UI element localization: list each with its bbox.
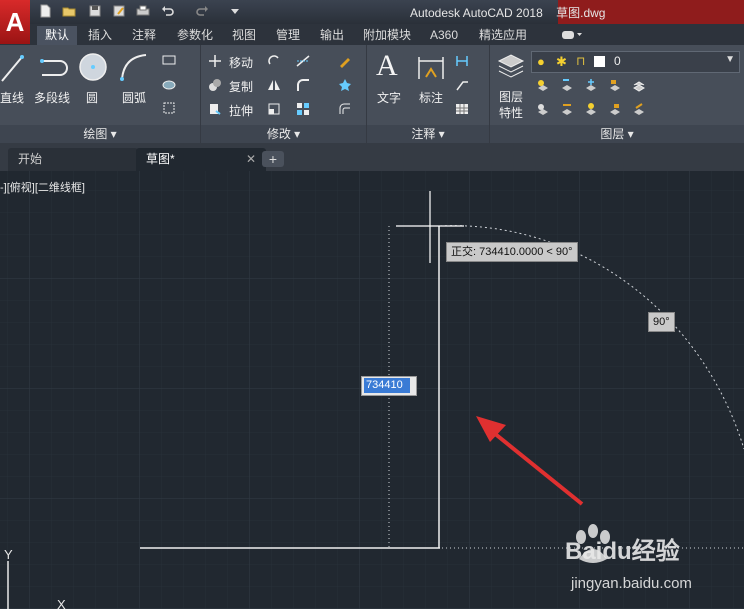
- text-tool-label[interactable]: 文字: [377, 89, 401, 106]
- hatch-tool-icon[interactable]: [162, 78, 176, 92]
- window-title: Autodesk AutoCAD 2018 草图.dwg: [410, 6, 606, 20]
- open-folder-icon[interactable]: [62, 4, 76, 18]
- watermark-url: jingyan.baidu.com: [571, 575, 692, 592]
- tab-parametric[interactable]: 参数化: [170, 26, 220, 45]
- angle-tooltip: 90°: [648, 312, 675, 332]
- layer-dropdown[interactable]: ● ✱ ⊓ 0 ▼: [531, 51, 740, 73]
- arc-tool-icon[interactable]: [118, 51, 150, 83]
- layer-match-icon[interactable]: [632, 78, 646, 92]
- file-tab-start[interactable]: 开始: [8, 148, 138, 171]
- tab-a360[interactable]: A360: [424, 26, 464, 45]
- draw-panel-title[interactable]: 绘图 ▾: [0, 125, 200, 143]
- trim-icon[interactable]: [296, 54, 310, 68]
- layer-lock-icon[interactable]: [608, 78, 622, 92]
- unlock-icon[interactable]: ⊓: [576, 54, 585, 68]
- tab-default[interactable]: 默认: [37, 26, 77, 45]
- tab-insert[interactable]: 插入: [82, 26, 118, 45]
- layer-make-current-icon[interactable]: [536, 102, 550, 116]
- arc-tool-label[interactable]: 圆弧: [122, 89, 146, 106]
- copy-label[interactable]: 复制: [229, 78, 253, 95]
- dynamic-input-value[interactable]: 734410: [364, 378, 410, 393]
- sun-icon[interactable]: ✱: [556, 54, 567, 70]
- redo-icon[interactable]: [196, 4, 210, 18]
- ortho-tooltip: 正交: 734410.0000 < 90°: [446, 242, 578, 262]
- watermark-brand: Baidu经验: [565, 538, 680, 565]
- scale-icon[interactable]: [267, 102, 281, 116]
- tab-output[interactable]: 输出: [314, 26, 350, 45]
- table-icon[interactable]: [455, 102, 469, 116]
- file-tab-bar: 开始 草图* ✕ +: [0, 143, 744, 171]
- save-icon[interactable]: [88, 4, 102, 18]
- layer-off-icon[interactable]: [536, 78, 550, 92]
- close-icon[interactable]: ✕: [246, 148, 256, 171]
- polyline-tool-icon[interactable]: [38, 53, 72, 83]
- stretch-label[interactable]: 拉伸: [229, 102, 253, 119]
- dimension-tool-icon[interactable]: [416, 53, 446, 83]
- layer-thaw-icon[interactable]: [584, 102, 598, 116]
- current-layer-name: 0: [614, 54, 621, 68]
- quick-access-dropdown-icon[interactable]: [228, 4, 242, 18]
- ribbon-tab-bar: 默认 插入 注释 参数化 视图 管理 输出 附加模块 A360 精选应用: [0, 24, 744, 45]
- copy-icon[interactable]: [208, 78, 222, 92]
- new-tab-button[interactable]: +: [262, 151, 284, 167]
- dimension-tool-label[interactable]: 标注: [419, 89, 443, 106]
- array-icon[interactable]: [296, 102, 310, 116]
- fillet-icon[interactable]: [296, 78, 310, 92]
- layer-unlock-icon[interactable]: [608, 102, 622, 116]
- move-label[interactable]: 移动: [229, 54, 253, 71]
- ucs-y-label: Y: [4, 547, 13, 562]
- tab-view[interactable]: 视图: [226, 26, 262, 45]
- rectangle-tool-icon[interactable]: [162, 53, 176, 67]
- leader-icon[interactable]: [455, 78, 469, 92]
- save-as-icon[interactable]: [112, 4, 126, 18]
- chevron-down-icon[interactable]: ▼: [725, 54, 735, 65]
- layer-previous-icon[interactable]: [632, 102, 646, 116]
- layer-freeze-icon[interactable]: [584, 78, 598, 92]
- rotate-icon[interactable]: [267, 54, 281, 68]
- line-tool-label[interactable]: 直线: [0, 89, 24, 106]
- erase-icon[interactable]: [338, 54, 352, 68]
- ribbon-panel-area: 直线 多段线 圆 圆弧 绘图 ▾ 移动 复制 拉伸 修改 ▾ A 文字 标注 注…: [0, 45, 744, 144]
- line-tool-icon[interactable]: [0, 53, 26, 83]
- panel-toggle-icon[interactable]: [560, 28, 584, 42]
- new-file-icon[interactable]: [38, 4, 52, 18]
- tab-addins[interactable]: 附加模块: [356, 26, 418, 45]
- layer-properties-label-2[interactable]: 特性: [499, 104, 523, 121]
- circle-tool-label[interactable]: 圆: [86, 89, 98, 106]
- tab-manage[interactable]: 管理: [268, 26, 308, 45]
- layer-walk-icon[interactable]: [560, 102, 574, 116]
- annotation-panel-title[interactable]: 注释 ▾: [367, 125, 489, 143]
- region-tool-icon[interactable]: [162, 101, 176, 115]
- bulb-icon[interactable]: ●: [537, 54, 545, 69]
- polyline-tool-label[interactable]: 多段线: [34, 89, 70, 106]
- move-icon[interactable]: [208, 54, 222, 68]
- explode-icon[interactable]: [338, 78, 352, 92]
- layer-properties-label-1[interactable]: 图层: [499, 88, 523, 105]
- layer-isolate-icon[interactable]: [560, 78, 574, 92]
- autocad-logo-button[interactable]: A: [0, 0, 30, 44]
- plot-icon[interactable]: [136, 4, 150, 18]
- offset-icon[interactable]: [338, 102, 352, 116]
- layers-panel-title[interactable]: 图层 ▾: [490, 125, 744, 143]
- dynamic-input-field[interactable]: 734410: [361, 376, 417, 396]
- text-tool-icon[interactable]: A: [376, 49, 398, 83]
- ucs-x-label: X: [57, 597, 66, 609]
- viewport-controls[interactable]: -][俯视][二维线框]: [0, 179, 85, 195]
- undo-icon[interactable]: [160, 4, 174, 18]
- stretch-icon[interactable]: [208, 102, 222, 116]
- layer-properties-icon[interactable]: [496, 51, 526, 81]
- layer-color-swatch[interactable]: [594, 56, 605, 67]
- file-tab-drawing[interactable]: 草图* ✕: [136, 148, 266, 171]
- baidu-watermark: Baidu经验 jingyan.baidu.com: [565, 523, 744, 609]
- mirror-icon[interactable]: [267, 78, 281, 92]
- tab-featured-apps[interactable]: 精选应用: [470, 26, 536, 45]
- circle-tool-icon[interactable]: [78, 51, 108, 83]
- linear-dimension-icon[interactable]: [455, 54, 469, 68]
- tab-annotate[interactable]: 注释: [124, 26, 164, 45]
- modify-panel-title[interactable]: 修改 ▾: [201, 125, 366, 143]
